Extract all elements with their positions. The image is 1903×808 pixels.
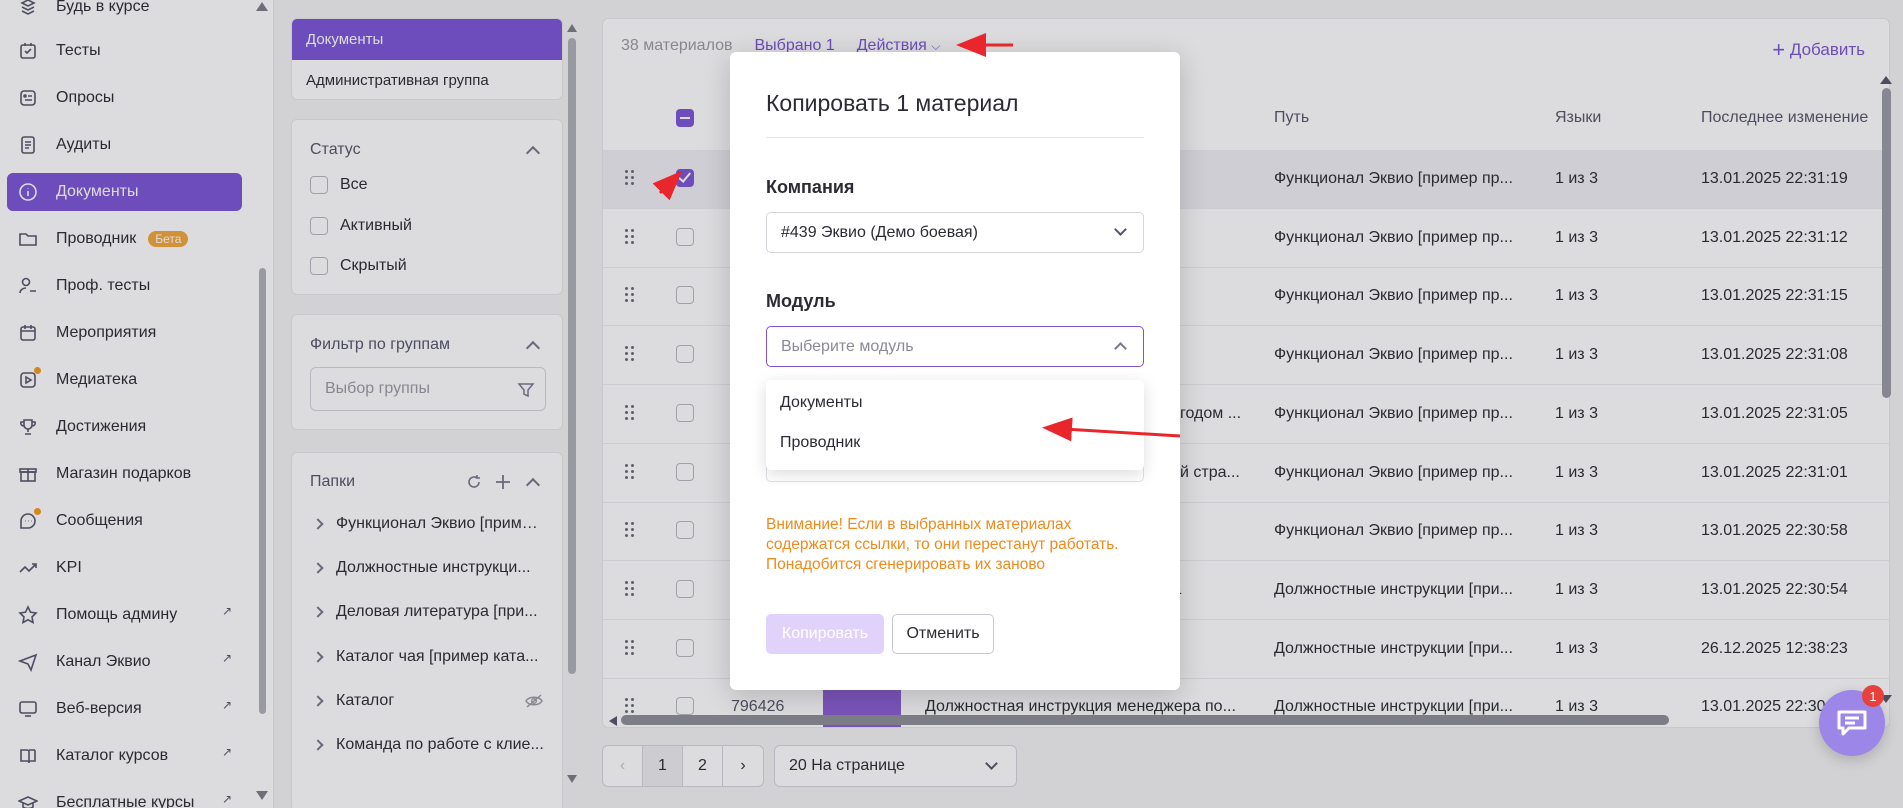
copy-material-modal: Копировать 1 материал Компания #439 Экви…	[730, 52, 1180, 690]
module-dropdown: Документы Проводник	[766, 380, 1144, 470]
module-select[interactable]: Выберите модуль	[766, 326, 1144, 367]
module-placeholder: Выберите модуль	[781, 337, 914, 355]
warning-text: Внимание! Если в выбранных материалах со…	[766, 516, 1119, 573]
module-option-explorer[interactable]: Проводник	[780, 434, 860, 452]
module-label: Модуль	[766, 291, 836, 311]
unread-badge: 1	[1862, 685, 1884, 707]
divider	[766, 137, 1144, 138]
company-value: #439 Эквио (Демо боевая)	[781, 223, 978, 241]
chevron-up-icon	[1114, 342, 1127, 355]
modal-title: Копировать 1 материал	[766, 90, 1019, 116]
company-label: Компания	[766, 177, 855, 197]
module-option-documents[interactable]: Документы	[780, 394, 862, 412]
chevron-down-icon	[1114, 223, 1127, 236]
cancel-button[interactable]: Отменить	[892, 614, 994, 654]
company-select[interactable]: #439 Эквио (Демо боевая)	[766, 212, 1144, 253]
chat-bubble-icon	[1837, 710, 1867, 736]
copy-button[interactable]: Копировать	[766, 614, 884, 654]
